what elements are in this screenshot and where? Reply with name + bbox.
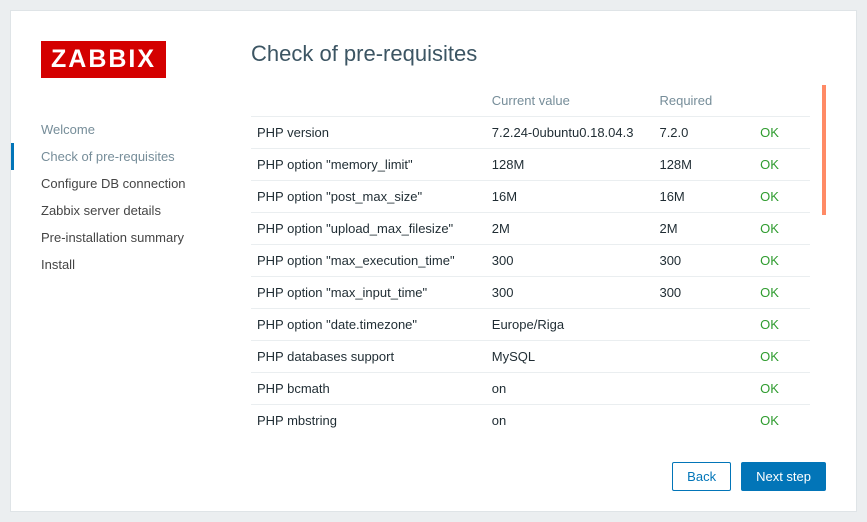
cell-required — [653, 373, 754, 405]
table-row: PHP option "max_input_time"300300OK — [251, 277, 810, 309]
cell-required: 128M — [653, 149, 754, 181]
cell-current: 128M — [486, 149, 654, 181]
table-row: PHP option "memory_limit"128M128MOK — [251, 149, 810, 181]
scroll-indicator[interactable] — [822, 85, 826, 215]
cell-current: on — [486, 373, 654, 405]
cell-name: PHP option "memory_limit" — [251, 149, 486, 181]
cell-required: 300 — [653, 245, 754, 277]
sidebar-step[interactable]: Welcome — [41, 116, 251, 143]
table-row: PHP version7.2.24-0ubuntu0.18.04.37.2.0O… — [251, 117, 810, 149]
cell-status: OK — [754, 277, 810, 309]
wizard-body: ZABBIX WelcomeCheck of pre-requisitesCon… — [11, 41, 826, 491]
footer: Back Next step — [251, 444, 826, 491]
cell-name: PHP databases support — [251, 341, 486, 373]
sidebar-step[interactable]: Check of pre-requisites — [41, 143, 251, 170]
cell-current: 2M — [486, 213, 654, 245]
requirements-tbody: PHP version7.2.24-0ubuntu0.18.04.37.2.0O… — [251, 117, 810, 437]
sidebar-step[interactable]: Pre-installation summary — [41, 224, 251, 251]
cell-required: 16M — [653, 181, 754, 213]
table-row: PHP bcmathon OK — [251, 373, 810, 405]
setup-wizard: ZABBIX WelcomeCheck of pre-requisitesCon… — [10, 10, 857, 512]
table-row: PHP option "date.timezone"Europe/Riga OK — [251, 309, 810, 341]
table-row: PHP option "upload_max_filesize"2M2MOK — [251, 213, 810, 245]
cell-required: 7.2.0 — [653, 117, 754, 149]
cell-name: PHP version — [251, 117, 486, 149]
cell-name: PHP mbstring — [251, 405, 486, 437]
cell-name: PHP option "upload_max_filesize" — [251, 213, 486, 245]
cell-status: OK — [754, 117, 810, 149]
back-button[interactable]: Back — [672, 462, 731, 491]
cell-required: 300 — [653, 277, 754, 309]
sidebar-step[interactable]: Install — [41, 251, 251, 278]
cell-status: OK — [754, 149, 810, 181]
cell-current: 7.2.24-0ubuntu0.18.04.3 — [486, 117, 654, 149]
cell-status: OK — [754, 373, 810, 405]
requirements-table: Current value Required PHP version7.2.24… — [251, 85, 810, 436]
table-row: PHP databases supportMySQL OK — [251, 341, 810, 373]
cell-status: OK — [754, 213, 810, 245]
cell-name: PHP option "max_execution_time" — [251, 245, 486, 277]
table-row: PHP mbstringon OK — [251, 405, 810, 437]
cell-status: OK — [754, 309, 810, 341]
cell-current: on — [486, 405, 654, 437]
header-status — [754, 85, 810, 117]
cell-status: OK — [754, 245, 810, 277]
table-row: PHP option "max_execution_time"300300OK — [251, 245, 810, 277]
cell-name: PHP bcmath — [251, 373, 486, 405]
cell-status: OK — [754, 405, 810, 437]
header-name — [251, 85, 486, 117]
requirements-table-wrap: Current value Required PHP version7.2.24… — [251, 85, 826, 444]
cell-required — [653, 405, 754, 437]
sidebar-step[interactable]: Configure DB connection — [41, 170, 251, 197]
cell-current: 300 — [486, 277, 654, 309]
cell-current: Europe/Riga — [486, 309, 654, 341]
header-current: Current value — [486, 85, 654, 117]
cell-current: 16M — [486, 181, 654, 213]
cell-status: OK — [754, 181, 810, 213]
cell-status: OK — [754, 341, 810, 373]
page-title: Check of pre-requisites — [251, 41, 826, 67]
cell-name: PHP option "post_max_size" — [251, 181, 486, 213]
next-button[interactable]: Next step — [741, 462, 826, 491]
step-list: WelcomeCheck of pre-requisitesConfigure … — [41, 116, 251, 278]
logo: ZABBIX — [41, 41, 166, 78]
main-content: Check of pre-requisites Current value Re… — [251, 41, 826, 491]
header-required: Required — [653, 85, 754, 117]
cell-required — [653, 341, 754, 373]
cell-current: MySQL — [486, 341, 654, 373]
cell-required: 2M — [653, 213, 754, 245]
sidebar-step[interactable]: Zabbix server details — [41, 197, 251, 224]
cell-name: PHP option "date.timezone" — [251, 309, 486, 341]
sidebar: ZABBIX WelcomeCheck of pre-requisitesCon… — [11, 41, 251, 491]
cell-required — [653, 309, 754, 341]
cell-current: 300 — [486, 245, 654, 277]
table-row: PHP option "post_max_size"16M16MOK — [251, 181, 810, 213]
cell-name: PHP option "max_input_time" — [251, 277, 486, 309]
